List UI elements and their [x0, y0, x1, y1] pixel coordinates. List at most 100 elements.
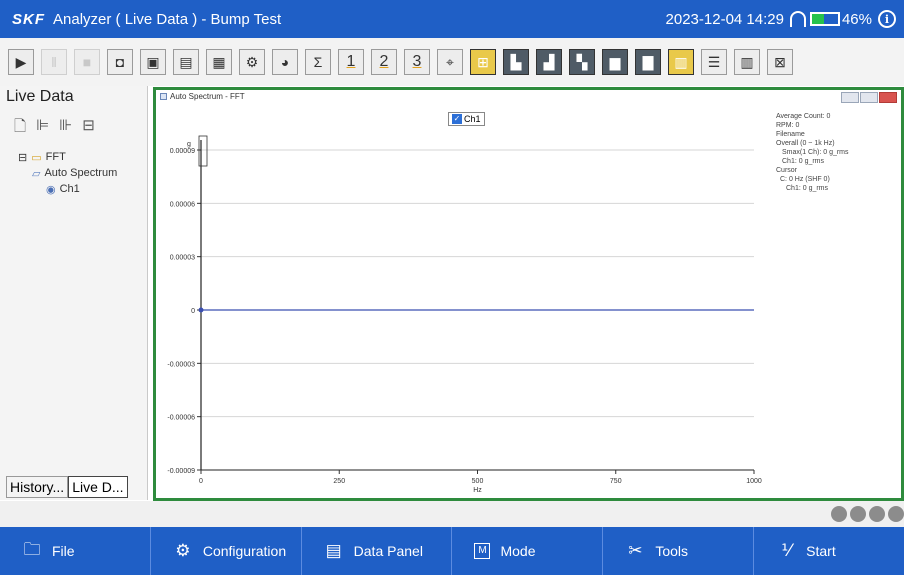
save-button[interactable]: ▤: [173, 49, 199, 75]
camera-button[interactable]: ◘: [107, 49, 133, 75]
app-title: Analyzer ( Live Data ) - Bump Test: [53, 10, 282, 28]
chart-window: Auto Spectrum - FFT ✓ Ch1 0.00009 0.00006…: [153, 87, 904, 501]
bars-button[interactable]: ▆: [602, 49, 628, 75]
title-bar: SKF Analyzer ( Live Data ) - Bump Test 2…: [0, 0, 904, 38]
image-icon: ▣: [146, 53, 160, 70]
view-1-icon: 1: [346, 53, 356, 70]
add-button[interactable]: ⊞: [470, 49, 496, 75]
x-tick-label: 500: [472, 478, 484, 485]
bottom-nav: 🗀 File ⚙ Configuration ▤ Data Panel M Mode ✂ Tool…: [0, 527, 904, 575]
histogram-button[interactable]: ▇: [635, 49, 661, 75]
tools-icon: ✂: [628, 541, 643, 560]
nav-label: Tools: [655, 543, 688, 559]
x-tick-label: 0: [199, 478, 203, 485]
close-window-icon: ⊠: [774, 53, 786, 70]
status-area: 2023-12-04 14:29 46% i: [666, 10, 904, 28]
rows-icon: ☰: [707, 53, 721, 70]
add-icon: ⊞: [477, 53, 489, 70]
y-tick-label: -0.00009: [167, 468, 195, 475]
new-item-icon[interactable]: 🗋: [14, 116, 26, 141]
nav-start-button[interactable]: ⅟ Start: [754, 527, 904, 575]
save-icon: ▤: [179, 53, 193, 70]
view-1-button[interactable]: 1: [338, 49, 364, 75]
close-window-button[interactable]: ⊠: [767, 49, 793, 75]
configuration-icon: ⚙: [175, 541, 191, 560]
spectrum-node-icon: ▱: [32, 167, 41, 180]
tree-back-icon[interactable]: ⊟: [82, 116, 95, 141]
battery-fill: [811, 14, 824, 24]
info-line: Average Count: 0: [776, 113, 831, 120]
tab-history[interactable]: History...: [6, 476, 69, 498]
mode-icon: M: [474, 543, 491, 559]
y-tick-label: -0.00006: [167, 415, 195, 422]
view-2-icon: 2: [379, 53, 389, 70]
nav-label: Start: [806, 543, 836, 559]
folder-icon: 🗀: [23, 539, 41, 559]
data-panel-icon: ▤: [325, 541, 342, 560]
y-tick-label: 0.00003: [170, 255, 195, 262]
rows-button[interactable]: ☰: [701, 49, 727, 75]
columns-button[interactable]: ▥: [734, 49, 760, 75]
brand-logo: SKF: [12, 10, 45, 28]
pie-chart-icon: ◕: [280, 54, 290, 70]
spectrum-button[interactable]: ▙: [503, 49, 529, 75]
collapse-icon[interactable]: ⊟: [18, 151, 27, 164]
report-button[interactable]: ▦: [206, 49, 232, 75]
page-dot[interactable]: [888, 506, 904, 522]
tab-live-data[interactable]: Live D...: [68, 476, 128, 498]
nav-label: Mode: [500, 543, 536, 559]
highlight-button[interactable]: ▥: [668, 49, 694, 75]
tree-node-fft[interactable]: ⊟ ▭ FFT: [18, 149, 147, 165]
tree-collapse-icon[interactable]: ⊪: [59, 116, 72, 141]
panel-title: Live Data: [6, 88, 74, 105]
sum-button[interactable]: Σ: [305, 49, 331, 75]
info-line: Cursor: [776, 167, 798, 174]
pause-button[interactable]: ‖: [41, 49, 67, 75]
nav-configuration-button[interactable]: ⚙ Configuration: [151, 527, 302, 575]
view-2-button[interactable]: 2: [371, 49, 397, 75]
info-line: Filename: [776, 131, 805, 138]
x-axis-label: Hz: [473, 487, 482, 494]
spectrum-2-button[interactable]: ▟: [536, 49, 562, 75]
panel-tabs: History... Live D...: [6, 476, 128, 498]
live-data-panel: Live Data 🗋 ⊫ ⊪ ⊟ ⊟ ▭ FFT ▱ Auto Spectru…: [0, 86, 148, 500]
channel-icon: ◉: [46, 183, 56, 196]
page-dot[interactable]: [831, 506, 847, 522]
waterfall-button[interactable]: ▚: [569, 49, 595, 75]
gear-button[interactable]: ⚙: [239, 49, 265, 75]
stop-button[interactable]: ■: [74, 49, 100, 75]
sum-icon: Σ: [313, 54, 323, 70]
x-tick-label: 750: [610, 478, 622, 485]
gear-icon: ⚙: [245, 53, 259, 70]
nav-mode-button[interactable]: M Mode: [452, 527, 604, 575]
page-indicator[interactable]: [831, 506, 904, 522]
page-dot[interactable]: [850, 506, 866, 522]
cursor-button[interactable]: ⌖: [437, 49, 463, 75]
info-line: Overall (0 ~ 1k Hz): [776, 140, 835, 147]
y-unit-label: g: [187, 141, 191, 148]
tree-node-label: FFT: [45, 151, 66, 163]
play-button[interactable]: ▶: [8, 49, 34, 75]
tree-node-ch1[interactable]: ◉ Ch1: [18, 181, 147, 197]
nav-file-button[interactable]: 🗀 File: [0, 527, 151, 575]
camera-icon: ◘: [115, 54, 125, 70]
image-button[interactable]: ▣: [140, 49, 166, 75]
nav-tools-button[interactable]: ✂ Tools: [603, 527, 755, 575]
tree-node-auto-spectrum[interactable]: ▱ Auto Spectrum: [18, 165, 147, 181]
nav-label: Configuration: [202, 543, 287, 559]
info-icon[interactable]: i: [878, 10, 896, 28]
signal-icon: [789, 11, 806, 27]
view-3-button[interactable]: 3: [404, 49, 430, 75]
info-line: Smax(1 Ch): 0 g_rms: [782, 149, 849, 156]
x-tick-label: 250: [333, 478, 345, 485]
nav-label: Data Panel: [353, 543, 423, 559]
status-strip: [0, 501, 904, 527]
tree-expand-icon[interactable]: ⊫: [36, 116, 49, 141]
page-dot[interactable]: [869, 506, 885, 522]
nav-data-panel-button[interactable]: ▤ Data Panel: [302, 527, 453, 575]
spectrum-2-icon: ▟: [543, 53, 555, 70]
spectrum-icon: ▙: [510, 53, 522, 70]
play-icon: ▶: [15, 53, 27, 70]
nav-label: File: [52, 543, 75, 559]
pie-chart-button[interactable]: ◕: [272, 49, 298, 75]
